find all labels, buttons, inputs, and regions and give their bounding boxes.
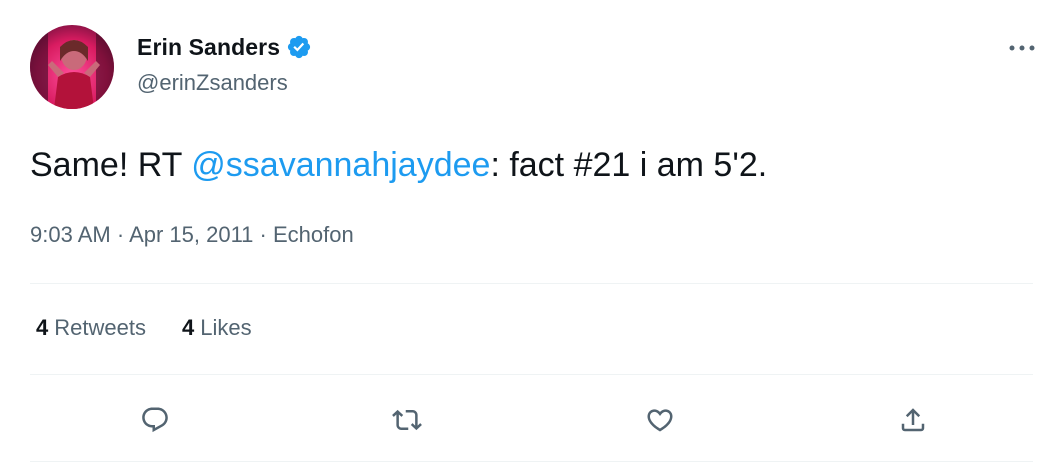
meta-separator: · xyxy=(110,222,130,247)
display-name[interactable]: Erin Sanders xyxy=(137,34,280,61)
user-handle[interactable]: @erinZsanders xyxy=(137,70,288,96)
heart-icon xyxy=(647,409,673,432)
retweet-button[interactable] xyxy=(385,398,429,442)
action-bar xyxy=(0,398,1063,442)
tweet-text-before: Same! RT xyxy=(30,146,192,184)
tweet-text: Same! RT @ssavannahjaydee: fact #21 i am… xyxy=(30,143,767,187)
user-name-row: Erin Sanders xyxy=(137,32,312,62)
likes-label: Likes xyxy=(200,315,252,340)
share-button[interactable] xyxy=(891,398,935,442)
avatar[interactable] xyxy=(30,25,114,109)
share-icon xyxy=(901,408,925,432)
meta-separator: · xyxy=(253,222,273,247)
tweet-text-after: : fact #21 i am 5'2. xyxy=(490,146,768,184)
mention-link[interactable]: @ssavannahjaydee xyxy=(191,146,490,184)
likes-stat[interactable]: 4 Likes xyxy=(182,315,252,341)
divider xyxy=(30,374,1033,375)
retweets-count: 4 xyxy=(36,315,49,340)
tweet-source[interactable]: Echofon xyxy=(273,222,354,247)
tweet-meta: 9:03 AM · Apr 15, 2011 · Echofon xyxy=(30,222,354,248)
tweet-time[interactable]: 9:03 AM xyxy=(30,222,111,247)
tweet-stats: 4 Retweets 4 Likes xyxy=(36,315,252,341)
retweets-label: Retweets xyxy=(54,315,146,340)
tweet-card: Erin Sanders @erinZsanders Same! RT @ssa… xyxy=(0,0,1063,469)
retweet-icon xyxy=(392,409,422,431)
like-button[interactable] xyxy=(638,398,682,442)
retweets-stat[interactable]: 4 Retweets xyxy=(36,315,146,341)
divider xyxy=(30,461,1033,462)
avatar-image xyxy=(30,25,114,109)
more-options-icon[interactable] xyxy=(1004,36,1040,60)
verified-badge-icon xyxy=(286,34,312,60)
likes-count: 4 xyxy=(181,315,195,340)
divider xyxy=(30,283,1033,284)
reply-button[interactable] xyxy=(133,398,177,442)
tweet-date[interactable]: Apr 15, 2011 xyxy=(129,222,253,247)
reply-icon xyxy=(142,407,168,433)
